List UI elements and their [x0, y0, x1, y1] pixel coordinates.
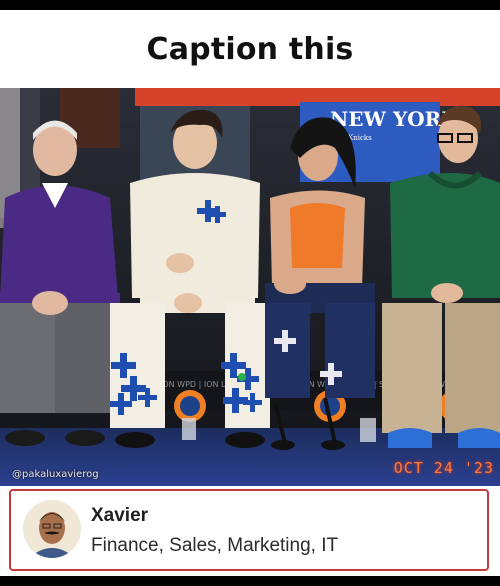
- profile-name[interactable]: Xavier: [91, 505, 148, 527]
- jersey-subtext: Knicks: [348, 134, 372, 142]
- profile-tags: Finance, Sales, Marketing, IT: [91, 535, 339, 556]
- top-bar: [0, 0, 500, 10]
- courtside-photo: NEW YORK Knicks ION WPD | ION LA | S ION…: [0, 88, 500, 486]
- post-heading: Caption this: [146, 31, 354, 67]
- photo-date-stamp: OCT 24 '23: [393, 459, 494, 477]
- post-header: Caption this: [0, 10, 500, 88]
- jersey-text: NEW YORK: [330, 107, 459, 131]
- post-photo[interactable]: NEW YORK Knicks ION WPD | ION LA | S ION…: [0, 88, 500, 486]
- profile-card[interactable]: Xavier Finance, Sales, Marketing, IT: [9, 489, 489, 571]
- photo-watermark: @pakaluxavierog: [12, 469, 99, 480]
- bottom-bar: [0, 576, 500, 586]
- person-avatar-icon[interactable]: [23, 500, 81, 558]
